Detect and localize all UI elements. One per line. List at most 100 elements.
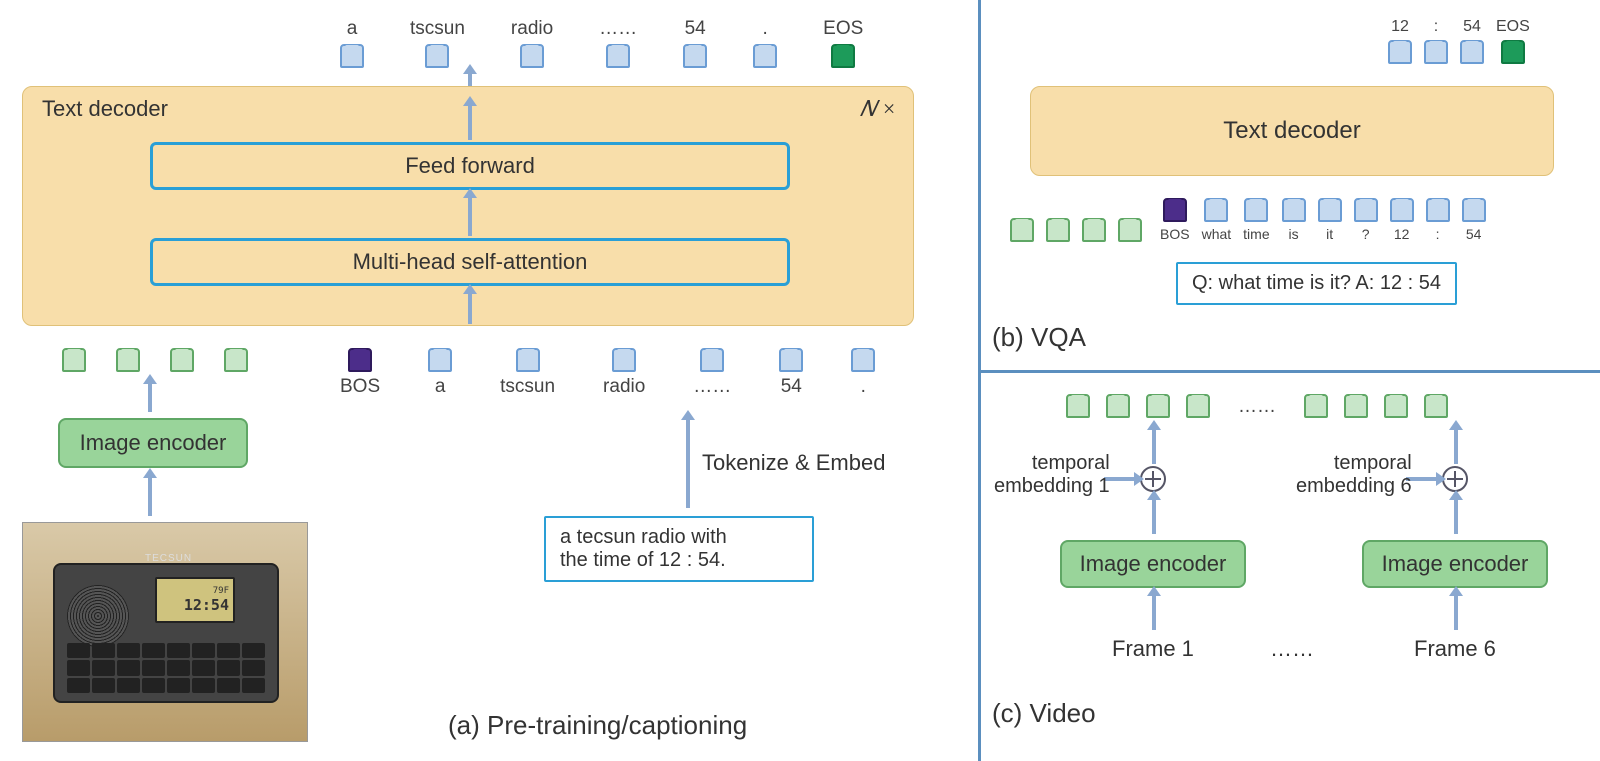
token-icon <box>428 348 452 372</box>
bos-token-icon <box>348 348 372 372</box>
out-tok-label: a <box>347 18 358 40</box>
output-tokens-row-a: a tscsun radio …… 54 . EOS <box>340 18 863 68</box>
eos-token-icon <box>1501 40 1525 64</box>
image-token-icon <box>1046 218 1070 242</box>
image-encoder-box-a: Image encoder <box>58 418 248 468</box>
image-token-icon <box>224 348 248 372</box>
radio-temp: 79F <box>213 586 229 596</box>
token-icon <box>340 44 364 68</box>
output-tokens-row-b: 12 : 54 EOS <box>1388 18 1530 64</box>
in-tok-label: tscsun <box>500 376 555 398</box>
out-tok-label: : <box>1434 18 1438 36</box>
frame-1-label: Frame 1 <box>1112 636 1194 662</box>
image-encoder-label-a: Image encoder <box>80 430 227 456</box>
in-tok-label: ? <box>1362 226 1370 242</box>
in-tok-label: radio <box>603 376 645 398</box>
arrow-icon <box>468 196 472 236</box>
in-tok-label: . <box>861 376 866 398</box>
arrow-icon <box>148 476 152 516</box>
text-decoder-label-b: Text decoder <box>1223 117 1360 145</box>
token-icon <box>425 44 449 68</box>
decoder-repeat-label: 𝑁 × <box>860 96 896 122</box>
in-tok-label: 12 <box>1394 226 1410 242</box>
input-tokens-row-b: BOS what time is it ? 12 : 54 <box>1010 198 1486 242</box>
image-token-icon <box>1384 394 1408 418</box>
image-token-icon <box>1186 394 1210 418</box>
tokenize-embed-label: Tokenize & Embed <box>702 450 885 476</box>
token-icon <box>520 44 544 68</box>
in-tok-label: what <box>1202 226 1232 242</box>
arrow-icon <box>1454 498 1458 534</box>
arrow-icon <box>468 292 472 324</box>
image-token-icon <box>1082 218 1106 242</box>
token-icon <box>612 348 636 372</box>
image-encoder-box-c1: Image encoder <box>1060 540 1246 588</box>
image-token-icon <box>1344 394 1368 418</box>
out-tok-label: tscsun <box>410 18 465 40</box>
in-tok-label: BOS <box>1160 226 1190 242</box>
in-tok-label: 54 <box>781 376 802 398</box>
token-icon <box>1282 198 1306 222</box>
panel-c-title: (c) Video <box>992 698 1096 729</box>
out-tok-label: EOS <box>823 18 863 40</box>
token-icon <box>606 44 630 68</box>
in-tok-label: BOS <box>340 376 380 398</box>
image-token-icon <box>1304 394 1328 418</box>
token-icon <box>1424 40 1448 64</box>
token-icon <box>516 348 540 372</box>
token-icon <box>1460 40 1484 64</box>
temporal-embedding-6: temporal embedding 6 <box>1296 452 1412 498</box>
vertical-divider <box>978 0 981 761</box>
image-token-icon <box>1066 394 1090 418</box>
arrow-icon <box>1152 594 1156 630</box>
out-tok-label: …… <box>599 18 637 40</box>
radio-brand: TECSUN <box>145 553 192 564</box>
out-tok-label: 54 <box>1463 18 1481 36</box>
image-token-icon <box>170 348 194 372</box>
in-tok-label: time <box>1243 226 1269 242</box>
out-tok-label: 12 <box>1391 18 1409 36</box>
token-icon <box>1462 198 1486 222</box>
token-icon <box>1426 198 1450 222</box>
panel-b-title: (b) VQA <box>992 322 1086 353</box>
token-icon <box>851 348 875 372</box>
token-icon <box>1318 198 1342 222</box>
arrow-icon <box>468 104 472 140</box>
bos-token-icon <box>1163 198 1187 222</box>
image-token-icon <box>1424 394 1448 418</box>
self-attention-label: Multi-head self-attention <box>353 249 588 275</box>
ellipsis-label: …… <box>1238 396 1276 418</box>
video-tokens-row-c: …… <box>1066 394 1448 418</box>
image-token-icon <box>1146 394 1170 418</box>
image-token-icon <box>116 348 140 372</box>
in-tok-label: it <box>1326 226 1333 242</box>
arrow-icon <box>1152 498 1156 534</box>
text-decoder-label-a: Text decoder <box>42 96 168 122</box>
in-tok-label: 54 <box>1466 226 1482 242</box>
feed-forward-label: Feed forward <box>405 153 535 179</box>
token-icon <box>1244 198 1268 222</box>
panel-a-caption: (a) Pre-training/captioning <box>448 710 747 741</box>
in-tok-label: is <box>1289 226 1299 242</box>
frame-ellipsis: …… <box>1270 636 1314 662</box>
image-token-icon <box>1106 394 1130 418</box>
horizontal-divider <box>978 370 1600 373</box>
eos-token-icon <box>831 44 855 68</box>
in-tok-label: : <box>1436 226 1440 242</box>
out-tok-label: radio <box>511 18 553 40</box>
image-encoder-label-c2: Image encoder <box>1382 551 1529 577</box>
arrow-icon <box>1454 594 1458 630</box>
in-tok-label: a <box>435 376 446 398</box>
radio-image: TECSUN 79F 12:54 <box>22 522 308 742</box>
frame-6-label: Frame 6 <box>1414 636 1496 662</box>
arrow-icon <box>686 418 690 508</box>
text-decoder-box-b: Text decoder <box>1030 86 1554 176</box>
image-encoder-box-c2: Image encoder <box>1362 540 1548 588</box>
out-tok-label: 54 <box>685 18 706 40</box>
arrow-icon <box>468 72 472 86</box>
temporal-embedding-1: temporal embedding 1 <box>994 452 1110 498</box>
arrow-icon <box>1454 428 1458 464</box>
feed-forward-box: Feed forward <box>150 142 790 190</box>
arrow-icon <box>1152 428 1156 464</box>
token-icon <box>1354 198 1378 222</box>
